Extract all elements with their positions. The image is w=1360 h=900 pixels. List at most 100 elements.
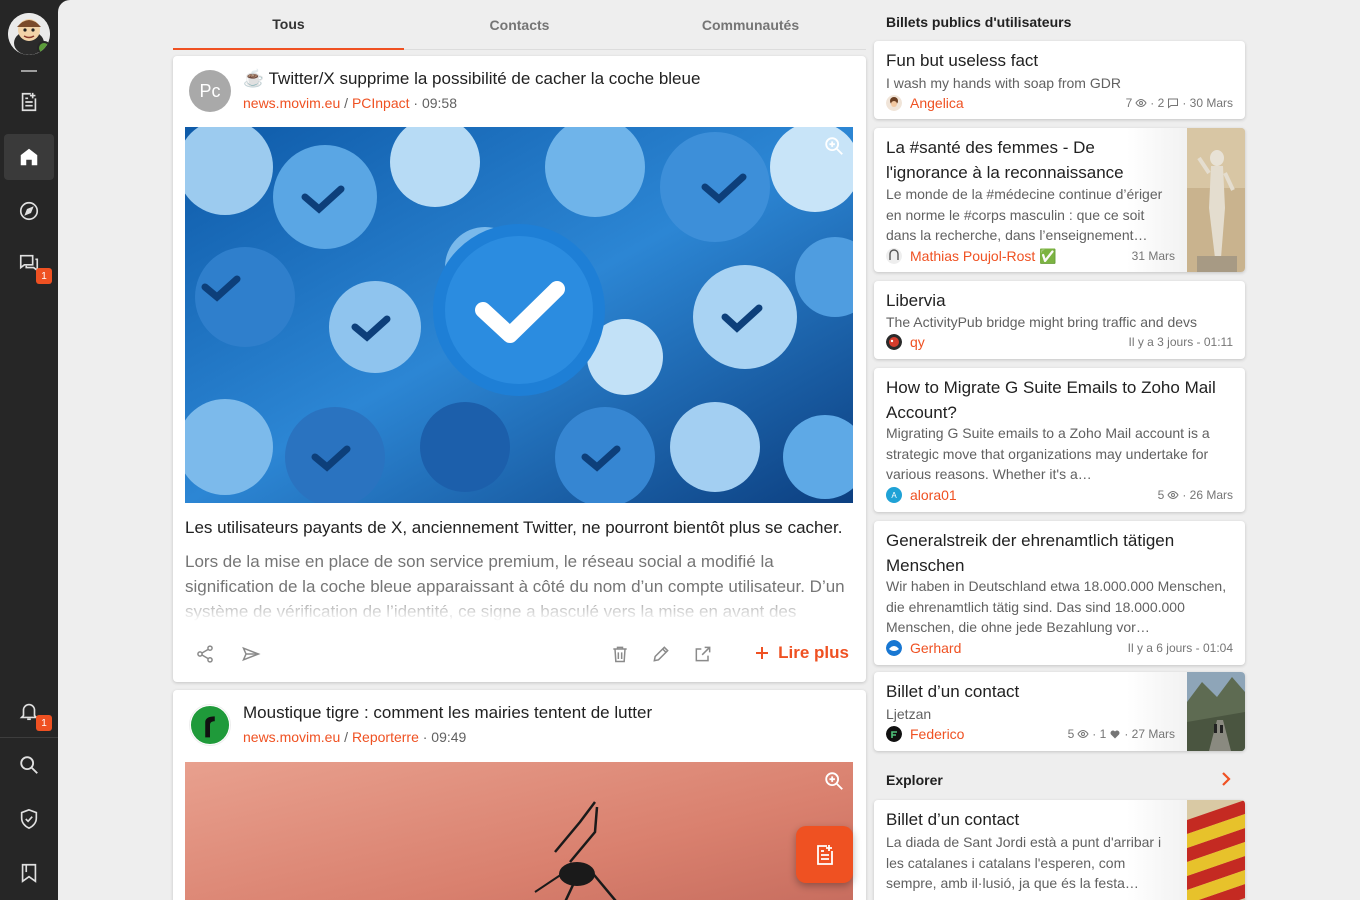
- post-actions: Lire plus: [185, 636, 853, 672]
- card-title: Billet d’un contact: [886, 682, 1020, 701]
- tab-contacts[interactable]: Contacts: [404, 0, 635, 50]
- tab-tous[interactable]: Tous: [173, 0, 404, 50]
- author-avatar: [886, 640, 902, 656]
- explore-post-card[interactable]: Billet d’un contact La diada de Sant Jor…: [874, 800, 1245, 900]
- edit-button[interactable]: [649, 642, 673, 666]
- eye-icon: [1167, 490, 1179, 500]
- share-icon: [197, 645, 213, 663]
- read-more-button[interactable]: Lire plus: [754, 643, 849, 663]
- card-date: · 26 Mars: [1182, 488, 1233, 502]
- author-avatar: [886, 334, 902, 350]
- post-image[interactable]: [185, 762, 853, 900]
- delete-button[interactable]: [608, 642, 632, 666]
- open-external-button[interactable]: [691, 642, 715, 666]
- post-node-link[interactable]: Reporterre: [352, 729, 419, 745]
- share-button[interactable]: [193, 642, 217, 666]
- card-thumbnail[interactable]: [1187, 128, 1245, 272]
- bookmark-icon: [21, 863, 37, 883]
- post-node-link[interactable]: PCInpact: [352, 95, 410, 111]
- rail-item-search[interactable]: [4, 742, 54, 788]
- section-title-explore: Explorer: [886, 772, 943, 788]
- feed-tabs: Tous Contacts Communautés: [173, 0, 866, 50]
- author-avatar: [886, 726, 902, 742]
- card-date: · 27 Mars: [1124, 727, 1175, 741]
- author-name[interactable]: alora01: [910, 487, 957, 503]
- card-thumbnail[interactable]: [1187, 800, 1245, 900]
- views-count: 5: [1157, 488, 1165, 502]
- tab-communautes[interactable]: Communautés: [635, 0, 866, 50]
- post-time: · 09:49: [422, 729, 467, 745]
- notifications-badge: 1: [36, 715, 52, 731]
- public-post-card[interactable]: Billet d’un contact Ljetzan Federico 5 ·…: [874, 672, 1245, 751]
- public-post-card[interactable]: Generalstreik der ehrenamtlich tätigen M…: [874, 521, 1245, 665]
- author-avatar: [886, 248, 902, 264]
- card-title: Fun but useless fact: [886, 51, 1039, 70]
- user-avatar[interactable]: [8, 13, 50, 55]
- card-date: Il y a 3 jours - 01:11: [1128, 335, 1234, 349]
- post-emoji: ☕: [243, 69, 265, 88]
- author-name[interactable]: Mathias Poujol-Rost ✅: [910, 248, 1057, 265]
- card-author: Angelica: [886, 95, 964, 111]
- post-avatar[interactable]: Pc: [189, 70, 231, 112]
- trash-icon: [613, 646, 627, 663]
- rail-divider: [21, 70, 37, 72]
- send-button[interactable]: [239, 642, 263, 666]
- card-date: 31 Mars: [1131, 249, 1175, 263]
- card-summary: I wash my hands with soap from GDR: [886, 75, 1121, 91]
- author-avatar: A: [886, 487, 902, 503]
- post-card: Moustique tigre : comment les mairies te…: [173, 690, 866, 900]
- rail-item-home[interactable]: [4, 134, 54, 180]
- compose-icon: [816, 844, 833, 865]
- new-post-button[interactable]: [796, 826, 853, 883]
- post-card: Pc ☕ Twitter/X supprime la possibilité d…: [173, 56, 866, 682]
- post-server-link[interactable]: news.movim.eu: [243, 95, 340, 111]
- zoom-icon[interactable]: [823, 135, 845, 157]
- post-meta-separator: /: [344, 729, 349, 745]
- rail-separator: [0, 737, 58, 738]
- post-title[interactable]: Moustique tigre : comment les mairies te…: [243, 703, 652, 723]
- author-name[interactable]: Angelica: [910, 95, 964, 111]
- rail-item-explore[interactable]: [4, 188, 54, 234]
- rail-item-verified[interactable]: [4, 796, 54, 842]
- public-post-card[interactable]: Fun but useless fact I wash my hands wit…: [874, 41, 1245, 119]
- post-meta: news.movim.eu / PCInpact · 09:58: [243, 95, 457, 111]
- chats-badge: 1: [36, 268, 52, 284]
- chevron-right-icon[interactable]: [1218, 771, 1234, 787]
- card-summary: The ActivityPub bridge might bring traff…: [886, 314, 1198, 330]
- card-summary: Wir haben in Deutschland etwa 18.000.000…: [886, 578, 1227, 635]
- post-server-link[interactable]: news.movim.eu: [243, 729, 340, 745]
- presence-indicator: [37, 41, 50, 55]
- card-title: Billet d’un contact: [886, 810, 1020, 829]
- card-stats: 31 Mars: [1132, 249, 1175, 263]
- rail-item-bookmarks[interactable]: [4, 850, 54, 896]
- left-rail: 1 1: [0, 0, 58, 900]
- card-author: qy: [886, 334, 925, 350]
- card-author: Federico: [886, 726, 964, 742]
- zoom-icon[interactable]: [823, 770, 845, 792]
- read-more-label: Lire plus: [778, 643, 849, 662]
- card-summary: Le monde de la #médecine continue d’érig…: [886, 186, 1163, 243]
- public-post-card[interactable]: How to Migrate G Suite Emails to Zoho Ma…: [874, 368, 1245, 512]
- post-title[interactable]: ☕ Twitter/X supprime la possibilité de c…: [243, 69, 700, 89]
- card-title: Libervia: [886, 291, 946, 310]
- post-image[interactable]: [185, 127, 853, 503]
- card-stats: 7 · 2 · 30 Mars: [1126, 96, 1233, 110]
- author-name[interactable]: Gerhard: [910, 640, 961, 656]
- rail-item-news[interactable]: [4, 79, 54, 125]
- right-column: Billets publics d'utilisateurs Fun but u…: [874, 0, 1246, 900]
- card-date: Il y a 6 jours - 01:04: [1127, 641, 1233, 655]
- card-author: A alora01: [886, 487, 957, 503]
- public-post-card[interactable]: La #santé des femmes - De l'ignorance à …: [874, 128, 1245, 272]
- explore-icon: [19, 201, 39, 221]
- likes-count: · 1: [1092, 727, 1107, 741]
- plus-icon: [756, 647, 769, 659]
- card-thumbnail[interactable]: [1187, 672, 1245, 751]
- card-summary: Migrating G Suite emails to a Zoho Mail …: [886, 425, 1210, 482]
- post-avatar[interactable]: [189, 704, 231, 746]
- author-name[interactable]: qy: [910, 334, 925, 350]
- author-name[interactable]: Federico: [910, 726, 964, 742]
- public-post-card[interactable]: Libervia The ActivityPub bridge might br…: [874, 281, 1245, 359]
- post-body-fade: [185, 591, 853, 621]
- main-area: Tous Contacts Communautés Pc ☕ Twitter/X…: [58, 0, 1360, 900]
- pencil-icon: [653, 646, 669, 662]
